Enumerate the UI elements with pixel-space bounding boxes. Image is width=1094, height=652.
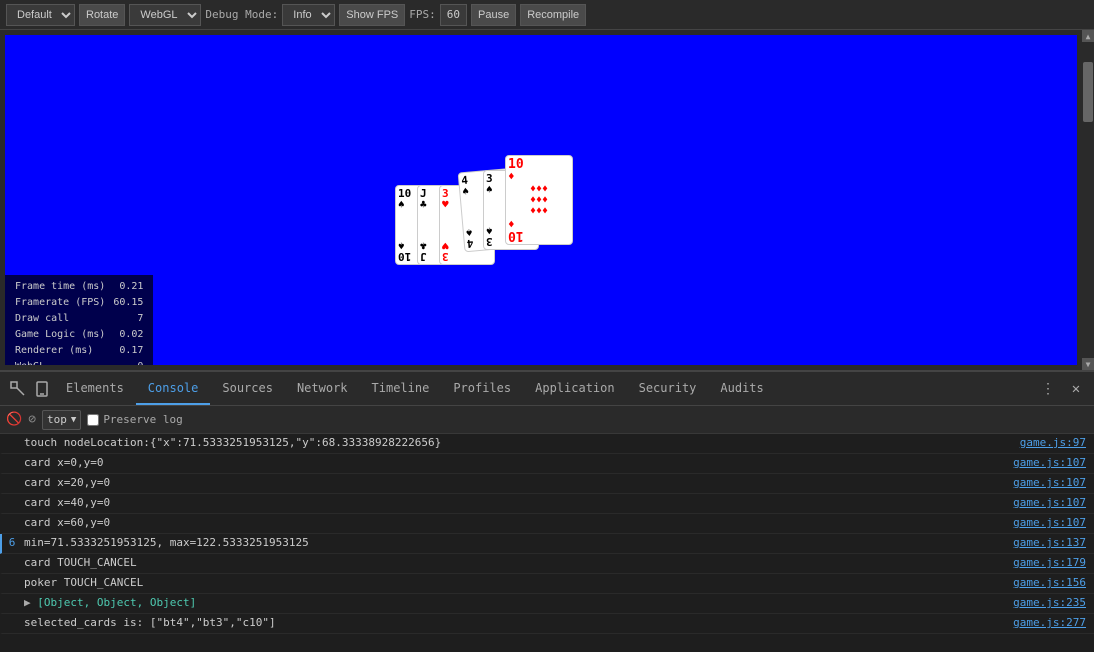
tab-application[interactable]: Application — [523, 372, 626, 405]
log-source[interactable]: game.js:156 — [1013, 576, 1094, 589]
fps-row-value-3: 0.02 — [109, 327, 147, 343]
log-source[interactable]: game.js:235 — [1013, 596, 1094, 609]
fps-row-label-1: Framerate (FPS) — [11, 295, 109, 311]
log-message: ▶ [Object, Object, Object] — [22, 596, 1013, 609]
log-message: selected_cards is: ["bt4","bt3","c10"] — [22, 616, 1013, 629]
tab-timeline[interactable]: Timeline — [360, 372, 442, 405]
log-gutter: 6 — [2, 536, 22, 549]
log-message: card x=60,y=0 — [22, 516, 1013, 529]
default-select[interactable]: Default — [6, 4, 75, 26]
filter-select-arrow: ▼ — [71, 415, 76, 425]
fps-row-value-0: 0.21 — [109, 279, 147, 295]
preserve-log-checkbox[interactable] — [87, 414, 99, 426]
devtools-tabs-list: Elements Console Sources Network Timelin… — [54, 372, 1036, 405]
log-row: card TOUCH_CANCELgame.js:179 — [0, 554, 1094, 574]
tab-security[interactable]: Security — [627, 372, 709, 405]
tab-sources[interactable]: Sources — [210, 372, 285, 405]
preserve-log-text: Preserve log — [103, 413, 182, 426]
rotate-button[interactable]: Rotate — [79, 4, 125, 26]
fps-row-value-2: 7 — [109, 311, 147, 327]
log-row: selected_cards is: ["bt4","bt3","c10"]ga… — [0, 614, 1094, 634]
log-row: card x=60,y=0game.js:107 — [0, 514, 1094, 534]
log-message: card x=20,y=0 — [22, 476, 1013, 489]
fps-value: 60 — [440, 4, 467, 26]
filter-select-wrapper[interactable]: top ▼ — [42, 410, 81, 430]
log-row: card x=40,y=0game.js:107 — [0, 494, 1094, 514]
scroll-thumb[interactable] — [1083, 62, 1093, 122]
log-message: touch nodeLocation:{"x":71.5333251953125… — [22, 436, 1020, 449]
tab-profiles[interactable]: Profiles — [441, 372, 523, 405]
card-10-diamonds: 10♦ ♦♦♦♦♦♦♦♦♦ 10♦ — [505, 155, 573, 245]
devtools-tab-bar: Elements Console Sources Network Timelin… — [0, 372, 1094, 406]
log-source[interactable]: game.js:277 — [1013, 616, 1094, 629]
log-row: 6min=71.5333251953125, max=122.533325195… — [0, 534, 1094, 554]
tab-console[interactable]: Console — [136, 372, 211, 405]
recompile-button[interactable]: Recompile — [520, 4, 586, 26]
devtools-panel: Elements Console Sources Network Timelin… — [0, 370, 1094, 652]
log-message: card x=40,y=0 — [22, 496, 1013, 509]
filter-icon[interactable]: ⊘ — [28, 412, 36, 427]
fps-row-value-4: 0.17 — [109, 343, 147, 359]
log-source[interactable]: game.js:137 — [1013, 536, 1094, 549]
tab-network[interactable]: Network — [285, 372, 360, 405]
canvas-area: Frame time (ms)0.21 Framerate (FPS)60.15… — [0, 30, 1094, 370]
pause-button[interactable]: Pause — [471, 4, 516, 26]
preserve-log-label[interactable]: Preserve log — [87, 413, 182, 426]
main-toolbar: Default Rotate WebGL Debug Mode: Info Sh… — [0, 0, 1094, 30]
log-row: touch nodeLocation:{"x":71.5333251953125… — [0, 434, 1094, 454]
log-source[interactable]: game.js:107 — [1013, 456, 1094, 469]
console-toolbar: 🚫 ⊘ top ▼ Preserve log — [0, 406, 1094, 434]
fps-row-value-5: 0 — [109, 359, 147, 365]
log-source[interactable]: game.js:179 — [1013, 556, 1094, 569]
clear-console-icon[interactable]: 🚫 — [6, 412, 22, 427]
fps-row-label-4: Renderer (ms) — [11, 343, 109, 359]
scroll-down-arrow[interactable]: ▼ — [1082, 358, 1094, 370]
close-devtools-icon[interactable]: ✕ — [1064, 377, 1088, 401]
debug-mode-label: Debug Mode: — [205, 8, 278, 21]
canvas-viewport: Frame time (ms)0.21 Framerate (FPS)60.15… — [5, 35, 1077, 365]
log-message: card x=0,y=0 — [22, 456, 1013, 469]
tab-elements[interactable]: Elements — [54, 372, 136, 405]
fps-overlay: Frame time (ms)0.21 Framerate (FPS)60.15… — [5, 275, 153, 365]
log-source[interactable]: game.js:97 — [1020, 436, 1094, 449]
vertical-scrollbar[interactable]: ▲ ▼ — [1082, 30, 1094, 370]
log-row: poker TOUCH_CANCELgame.js:156 — [0, 574, 1094, 594]
log-source[interactable]: game.js:107 — [1013, 516, 1094, 529]
fps-label: FPS: — [409, 8, 436, 21]
device-mode-icon[interactable] — [30, 377, 54, 401]
debug-mode-select[interactable]: Info — [282, 4, 335, 26]
fps-row-label-3: Game Logic (ms) — [11, 327, 109, 343]
scroll-up-arrow[interactable]: ▲ — [1082, 30, 1094, 42]
log-row: card x=20,y=0game.js:107 — [0, 474, 1094, 494]
console-log-area[interactable]: touch nodeLocation:{"x":71.5333251953125… — [0, 434, 1094, 652]
log-row: ▶ [Object, Object, Object]game.js:235 — [0, 594, 1094, 614]
log-message: min=71.5333251953125, max=122.5333251953… — [22, 536, 1013, 549]
log-source[interactable]: game.js:107 — [1013, 476, 1094, 489]
expand-arrow[interactable]: ▶ — [24, 596, 31, 609]
filter-select-value: top — [47, 413, 67, 426]
log-message: poker TOUCH_CANCEL — [22, 576, 1013, 589]
webgl-select[interactable]: WebGL — [129, 4, 201, 26]
show-fps-button[interactable]: Show FPS — [339, 4, 405, 26]
scroll-track[interactable] — [1082, 42, 1094, 358]
log-row: card x=0,y=0game.js:107 — [0, 454, 1094, 474]
tab-audits[interactable]: Audits — [708, 372, 775, 405]
inspect-element-icon[interactable] — [6, 377, 30, 401]
log-source[interactable]: game.js:107 — [1013, 496, 1094, 509]
fps-row-label-5: WebGL — [11, 359, 109, 365]
more-options-icon[interactable]: ⋮ — [1036, 377, 1060, 401]
fps-row-label-2: Draw call — [11, 311, 109, 327]
log-message: card TOUCH_CANCEL — [22, 556, 1013, 569]
fps-row-value-1: 60.15 — [109, 295, 147, 311]
devtools-actions: ⋮ ✕ — [1036, 377, 1088, 401]
fps-row-label-0: Frame time (ms) — [11, 279, 109, 295]
